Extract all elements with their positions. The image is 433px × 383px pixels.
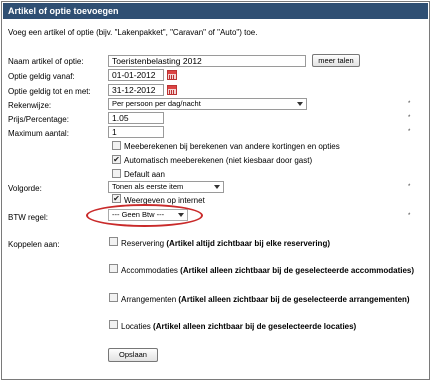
link-name: Locaties	[121, 322, 151, 331]
more-languages-button[interactable]: meer talen	[312, 54, 360, 67]
link-note: (Artikel altijd zichtbaar bij elke reser…	[166, 239, 330, 248]
btw-label: BTW regel:	[8, 213, 49, 222]
default-label: Default aan	[124, 170, 165, 179]
link-reservering-checkbox[interactable]	[109, 237, 118, 246]
required-mark: *	[408, 115, 411, 121]
valid-to-label: Optie geldig tot en met:	[8, 87, 91, 96]
link-name: Arrangementen	[121, 295, 177, 304]
link-arrangementen-text: Arrangementen (Artikel alleen zichtbaar …	[121, 295, 410, 304]
valid-to-input[interactable]: 31-12-2012	[108, 84, 164, 96]
link-locaties-text: Locaties (Artikel alleen zichtbaar bij d…	[121, 322, 356, 331]
chevron-down-icon	[214, 185, 220, 189]
required-mark: *	[408, 101, 411, 107]
dialog-title: Artikel of optie toevoegen	[3, 3, 428, 19]
calendar-icon[interactable]	[167, 85, 177, 95]
calendar-icon[interactable]	[167, 70, 177, 80]
link-name: Accommodaties	[121, 266, 178, 275]
order-select[interactable]: Tonen als eerste item	[108, 181, 224, 193]
highlight-ellipse	[86, 204, 203, 227]
order-label: Volgorde:	[8, 184, 42, 193]
name-label: Naam artikel of optie:	[8, 57, 84, 66]
link-reservering-text: Reservering (Artikel altijd zichtbaar bi…	[121, 239, 330, 248]
calc-select-value: Per persoon per dag/nacht	[112, 99, 201, 108]
link-arrangementen-checkbox[interactable]	[109, 293, 118, 302]
meebereken-label: Meeberekenen bij berekenen van andere ko…	[124, 142, 340, 151]
order-select-value: Tonen als eerste item	[112, 182, 184, 191]
calc-label: Rekenwijze:	[8, 101, 52, 110]
default-checkbox[interactable]	[112, 169, 121, 178]
link-label: Koppelen aan:	[8, 240, 60, 249]
calc-select[interactable]: Per persoon per dag/nacht	[108, 98, 307, 110]
name-input[interactable]: Toeristenbelasting 2012	[108, 55, 306, 67]
link-accommodaties-text: Accommodaties (Artikel alleen zichtbaar …	[121, 266, 414, 275]
required-mark: *	[408, 129, 411, 135]
link-name: Reservering	[121, 239, 165, 248]
price-label: Prijs/Percentage:	[8, 115, 69, 124]
auto-label: Automatisch meeberekenen (niet kiesbaar …	[124, 156, 313, 165]
check-icon: ✔	[113, 155, 120, 164]
price-input[interactable]: 1.05	[108, 112, 164, 124]
link-note: (Artikel alleen zichtbaar bij de geselec…	[180, 266, 415, 275]
max-input[interactable]: 1	[108, 126, 164, 138]
save-button[interactable]: Opslaan	[108, 348, 158, 362]
link-locaties-checkbox[interactable]	[109, 320, 118, 329]
check-icon: ✔	[113, 194, 120, 203]
required-mark: *	[408, 184, 411, 190]
link-accommodaties-checkbox[interactable]	[109, 264, 118, 273]
required-mark: *	[408, 213, 411, 219]
valid-from-input[interactable]: 01-01-2012	[108, 69, 164, 81]
meebereken-checkbox[interactable]	[112, 141, 121, 150]
chevron-down-icon	[297, 102, 303, 106]
valid-from-label: Optie geldig vanaf:	[8, 72, 75, 81]
max-label: Maximum aantal:	[8, 129, 69, 138]
internet-checkbox[interactable]: ✔	[112, 194, 121, 203]
intro-text: Voeg een artikel of optie (bijv. "Lakenp…	[8, 28, 258, 37]
auto-checkbox[interactable]: ✔	[112, 155, 121, 164]
link-note: (Artikel alleen zichtbaar bij de geselec…	[178, 295, 410, 304]
link-note: (Artikel alleen zichtbaar bij de geselec…	[153, 322, 357, 331]
